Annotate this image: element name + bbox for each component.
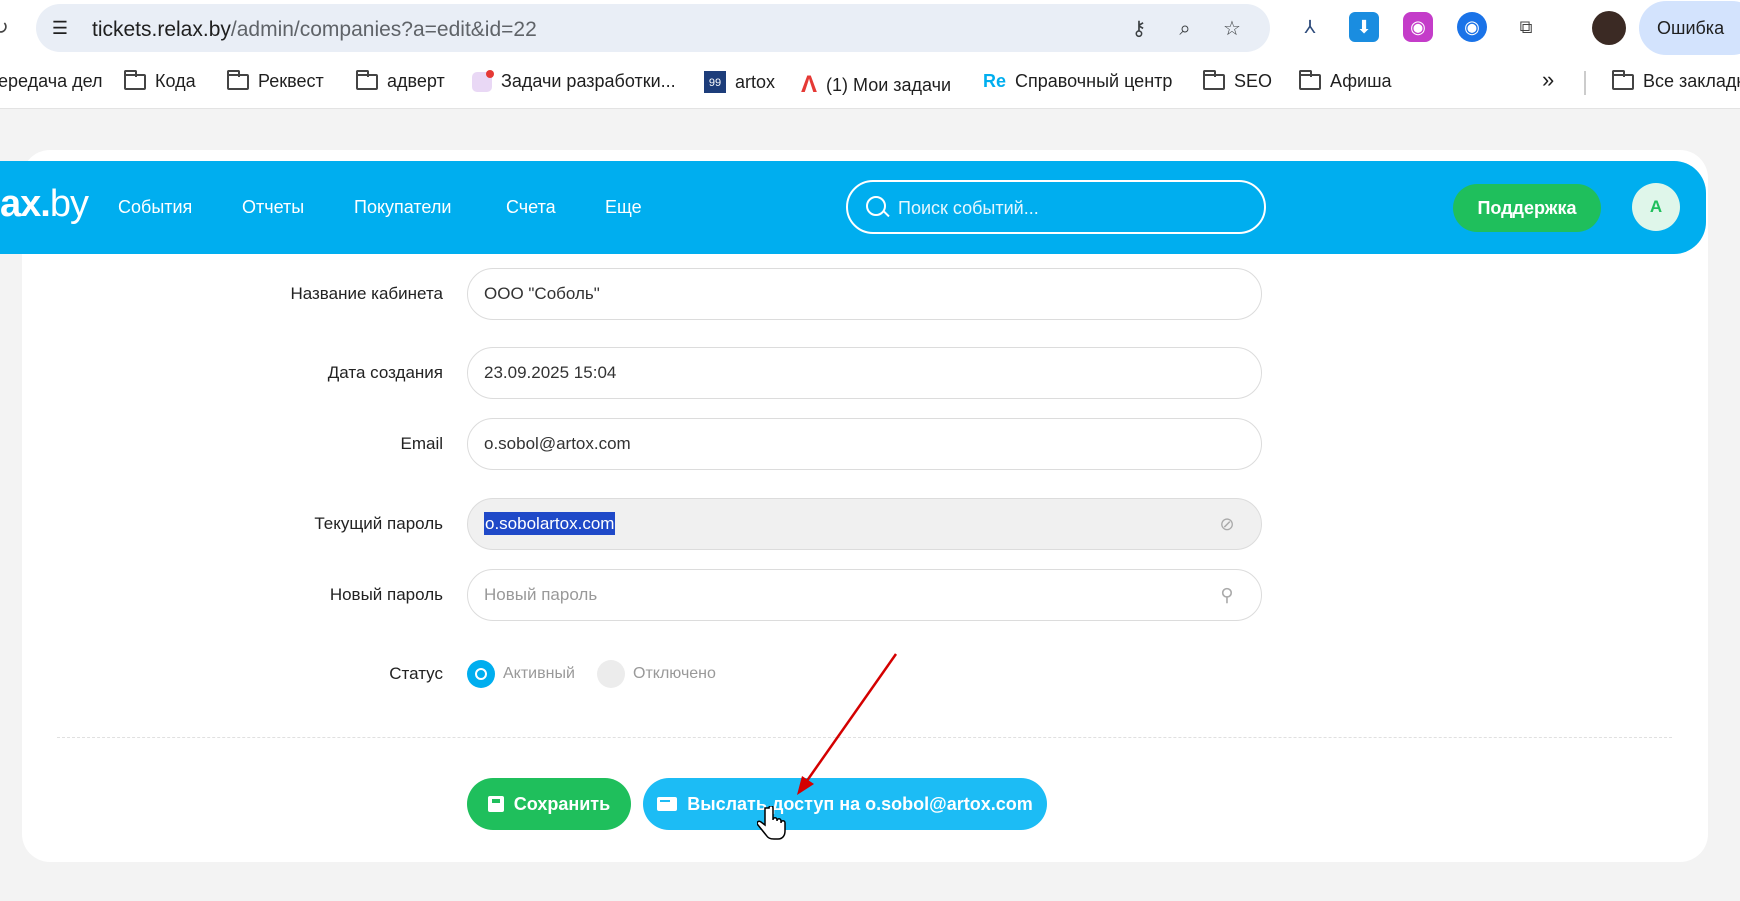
address-bar[interactable]: ☰ tickets.relax.by/admin/companies?a=edi… <box>36 4 1270 52</box>
extension-icon-2[interactable]: ◉ <box>1403 12 1433 42</box>
eye-slash-icon[interactable]: ⊘ <box>1215 513 1239 535</box>
bookmark-item[interactable]: Re Справочный центр <box>983 71 1172 92</box>
search-icon <box>866 196 886 216</box>
folder-icon <box>1612 69 1634 90</box>
user-avatar[interactable]: A <box>1632 183 1680 231</box>
profile-avatar[interactable] <box>1592 11 1626 45</box>
status-disabled-label[interactable]: Отключено <box>633 665 716 683</box>
a-icon: Λ <box>801 71 818 98</box>
cabinet-name-field[interactable]: ООО "Соболь" <box>467 268 1262 320</box>
star-icon[interactable]: ☆ <box>1219 16 1245 42</box>
key-icon[interactable]: ⚲ <box>1215 584 1239 606</box>
nav-reports[interactable]: Отчеты <box>242 197 304 218</box>
app-icon <box>472 69 494 92</box>
created-date-label: Дата создания <box>327 363 443 382</box>
status-active-label[interactable]: Активный <box>503 665 575 683</box>
profile-error-button[interactable]: Ошибка <box>1639 1 1740 55</box>
nav-invoices[interactable]: Счета <box>506 197 556 218</box>
logo[interactable]: ax.by <box>0 183 89 226</box>
re-icon: Re <box>983 71 1007 91</box>
bookmark-item[interactable]: ередача дел <box>0 71 103 92</box>
zoom-icon[interactable]: ⌕ <box>1172 16 1198 42</box>
folder-icon <box>356 69 378 90</box>
bookmark-item[interactable]: Кода <box>124 69 196 92</box>
folder-icon <box>124 69 146 90</box>
nav-customers[interactable]: Покупатели <box>354 197 451 218</box>
folder-icon <box>1299 69 1321 90</box>
url-text[interactable]: tickets.relax.by/admin/companies?a=edit&… <box>92 18 537 42</box>
site-header: ax.by События Отчеты Покупатели Счета Ещ… <box>0 161 1706 254</box>
new-password-field[interactable]: Новый пароль ⚲ <box>467 569 1262 621</box>
divider <box>57 737 1672 738</box>
cabinet-name-label: Название кабинета <box>290 284 443 303</box>
bookmark-item[interactable]: Λ (1) Мои задачи <box>801 71 951 99</box>
save-icon <box>487 796 504 812</box>
reload-icon[interactable]: ↻ <box>0 15 9 40</box>
current-password-label: Текущий пароль <box>314 514 443 533</box>
save-button[interactable]: Сохранить <box>467 778 631 830</box>
status-disabled-radio[interactable] <box>597 660 625 688</box>
more-bookmarks-icon[interactable]: » <box>1542 67 1554 93</box>
search-input[interactable]: Поиск событий... <box>846 180 1266 234</box>
nav-events[interactable]: События <box>118 197 192 218</box>
created-date-field[interactable]: 23.09.2025 15:04 <box>467 347 1262 399</box>
folder-icon <box>227 69 249 90</box>
bookmarks-bar: ередача дел Кода Реквест адверт Задачи р… <box>0 57 1740 109</box>
bookmark-item[interactable]: Афиша <box>1299 69 1392 92</box>
bookmark-item[interactable]: SEO <box>1203 69 1272 92</box>
download-icon[interactable]: ⬇ <box>1349 12 1379 42</box>
email-label: Email <box>400 434 443 453</box>
bookmarks-divider <box>1584 71 1586 95</box>
support-button[interactable]: Поддержка <box>1453 184 1601 232</box>
current-password-field[interactable]: o.sobolartox.com ⊘ <box>467 498 1262 550</box>
bookmark-item[interactable]: адверт <box>356 69 445 92</box>
nav-more[interactable]: Еще <box>605 197 642 218</box>
extension-icon-1[interactable]: ⅄ <box>1295 12 1325 42</box>
bookmark-item[interactable]: Задачи разработки... <box>472 69 676 92</box>
bookmark-item[interactable]: Реквест <box>227 69 324 92</box>
new-password-label: Новый пароль <box>329 585 443 604</box>
bookmark-item[interactable]: Все закладк <box>1612 69 1740 92</box>
email-field[interactable]: o.sobol@artox.com <box>467 418 1262 470</box>
artox-icon: 99 <box>704 71 726 93</box>
status-label: Статус <box>389 664 443 683</box>
send-mail-icon <box>657 797 678 811</box>
bookmark-item[interactable]: 99 artox <box>704 71 775 93</box>
puzzle-icon[interactable]: ⧉ <box>1511 12 1541 42</box>
send-access-button[interactable]: Выслать доступ на o.sobol@artox.com <box>643 778 1047 830</box>
folder-icon <box>1203 69 1225 90</box>
selected-text: o.sobolartox.com <box>484 512 616 535</box>
key-icon[interactable]: ⚷ <box>1126 16 1152 42</box>
hand-cursor-icon <box>757 806 786 840</box>
status-active-radio[interactable] <box>467 660 495 688</box>
site-settings-icon[interactable]: ☰ <box>50 18 70 38</box>
browser-toolbar: ↻ ☰ tickets.relax.by/admin/companies?a=e… <box>0 0 1740 57</box>
extension-icon-3[interactable]: ◉ <box>1457 12 1487 42</box>
